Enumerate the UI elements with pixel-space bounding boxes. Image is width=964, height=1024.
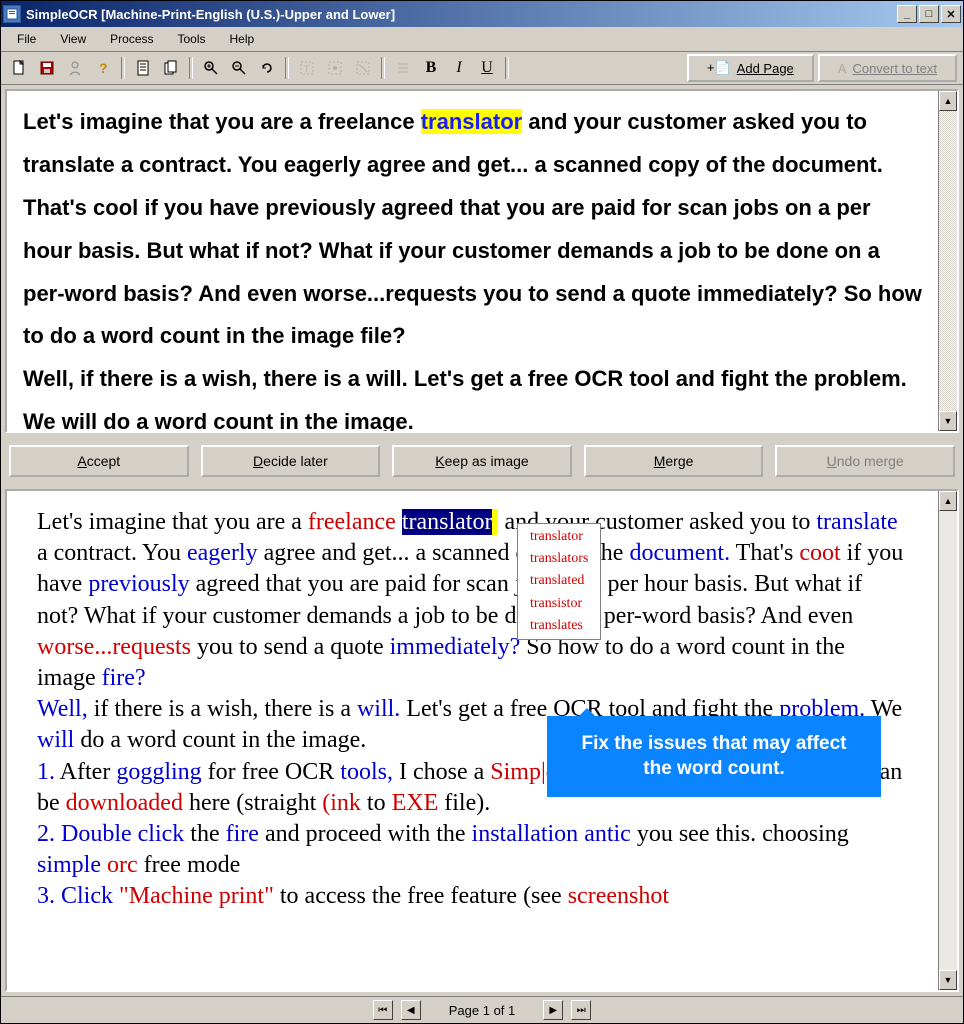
accept-button[interactable]: AAcceptccept (9, 445, 189, 477)
convert-icon: A (838, 61, 847, 76)
new-icon[interactable] (6, 55, 32, 81)
close-button[interactable]: ✕ (941, 5, 961, 23)
menu-view[interactable]: View (50, 30, 96, 48)
keep-image-button[interactable]: Keep as imageKeep as image (392, 445, 572, 477)
page-icon[interactable] (130, 55, 156, 81)
titlebar: SimpleOCR [Machine-Print-English (U.S.)-… (1, 1, 963, 27)
bold-icon[interactable]: B (418, 55, 444, 81)
scroll-up-icon[interactable]: ▲ (939, 491, 957, 511)
result-pane: Let's imagine that you are a freelance t… (5, 489, 959, 992)
svg-text:T: T (304, 64, 310, 74)
suggestion-item[interactable]: translators (520, 548, 598, 570)
next-page-icon[interactable]: ▶ (543, 1000, 563, 1020)
first-page-icon[interactable]: ⏮ (373, 1000, 393, 1020)
minimize-button[interactable]: _ (897, 5, 917, 23)
menu-help[interactable]: Help (220, 30, 265, 48)
suggestion-item[interactable]: translated (520, 570, 598, 592)
menu-process[interactable]: Process (100, 30, 163, 48)
user-icon[interactable] (62, 55, 88, 81)
region-text-icon[interactable]: T (294, 55, 320, 81)
region-clear-icon[interactable] (350, 55, 376, 81)
zoom-in-icon[interactable] (198, 55, 224, 81)
selected-word[interactable]: translator (402, 509, 493, 535)
refresh-icon[interactable] (254, 55, 280, 81)
list-icon[interactable] (390, 55, 416, 81)
decision-buttons: AAcceptccept Decide laterDecide later Ke… (1, 437, 963, 485)
statusbar: ⏮ ◀ Page 1 of 1 ▶ ⏭ (1, 996, 963, 1023)
window-title: SimpleOCR [Machine-Print-English (U.S.)-… (26, 7, 897, 22)
scrollbar-bottom[interactable]: ▲ ▼ (938, 491, 957, 990)
toolbar: ? T B I U +📄Add Page AConvert to text (1, 52, 963, 85)
prev-page-icon[interactable]: ◀ (401, 1000, 421, 1020)
multipage-icon[interactable] (158, 55, 184, 81)
save-icon[interactable] (34, 55, 60, 81)
source-pane: Let's imagine that you are a freelance t… (5, 89, 959, 433)
menu-tools[interactable]: Tools (168, 30, 216, 48)
tooltip-callout: Fix the issues that may affect the word … (547, 716, 881, 797)
underline-icon[interactable]: U (474, 55, 500, 81)
app-window: SimpleOCR [Machine-Print-English (U.S.)-… (0, 0, 964, 1024)
menubar: File View Process Tools Help (1, 27, 963, 52)
svg-text:?: ? (99, 60, 108, 76)
scroll-down-icon[interactable]: ▼ (939, 411, 957, 431)
source-text[interactable]: Let's imagine that you are a freelance t… (7, 91, 938, 431)
add-page-button[interactable]: +📄Add Page (687, 54, 814, 82)
suggestion-item[interactable]: translator (520, 526, 598, 548)
scroll-up-icon[interactable]: ▲ (939, 91, 957, 111)
convert-button[interactable]: AConvert to text (818, 54, 957, 82)
decide-later-button[interactable]: Decide laterDecide later (201, 445, 381, 477)
page-indicator: Page 1 of 1 (429, 1003, 536, 1018)
last-page-icon[interactable]: ⏭ (571, 1000, 591, 1020)
undo-merge-button[interactable]: Undo mergeUndo merge (775, 445, 955, 477)
scrollbar-top[interactable]: ▲ ▼ (938, 91, 957, 431)
region-image-icon[interactable] (322, 55, 348, 81)
help-icon[interactable]: ? (90, 55, 116, 81)
zoom-out-icon[interactable] (226, 55, 252, 81)
suggestion-popup[interactable]: translator translators translated transi… (517, 523, 601, 640)
merge-button[interactable]: MergeMerge (584, 445, 764, 477)
add-page-icon: +📄 (707, 60, 731, 76)
menu-file[interactable]: File (7, 30, 46, 48)
result-text[interactable]: Let's imagine that you are a freelance t… (7, 491, 938, 928)
highlighted-word[interactable]: translator (421, 109, 522, 134)
italic-icon[interactable]: I (446, 55, 472, 81)
scroll-down-icon[interactable]: ▼ (939, 970, 957, 990)
suggestion-item[interactable]: transistor (520, 593, 598, 615)
app-icon (3, 5, 21, 23)
maximize-button[interactable]: □ (919, 5, 939, 23)
suggestion-item[interactable]: translates (520, 615, 598, 637)
